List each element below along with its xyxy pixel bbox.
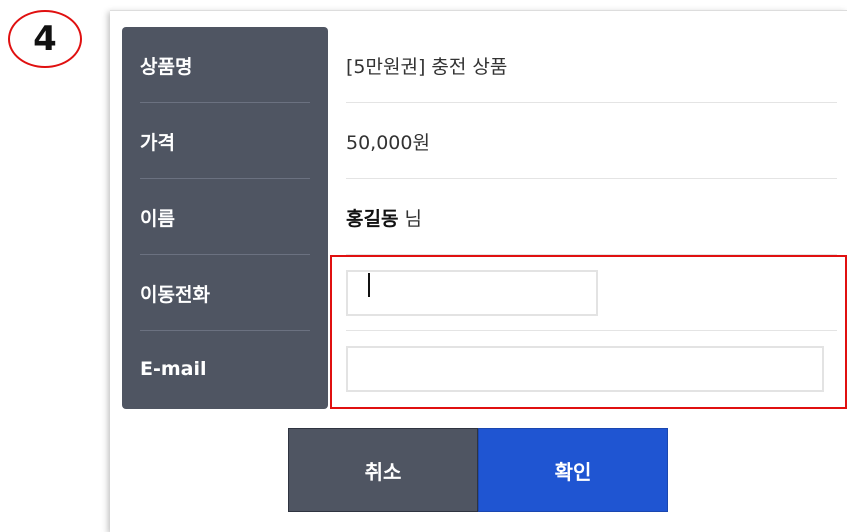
customer-name: 홍길동 (346, 207, 399, 230)
cancel-button[interactable]: 취소 (288, 428, 478, 512)
row-price: 가격 50,000원 (122, 103, 837, 179)
email-input[interactable] (346, 346, 824, 392)
name-label: 이름 (140, 207, 175, 230)
email-value (346, 331, 837, 407)
email-label: E-mail (140, 358, 207, 380)
row-email: E-mail (122, 331, 837, 407)
mobile-phone-input[interactable] (346, 270, 598, 316)
name-value: 홍길동 님 (346, 179, 837, 255)
row-name: 이름 홍길동 님 (122, 179, 837, 255)
price-value: 50,000원 (346, 131, 430, 154)
row-product-name: 상품명 [5만원권] 충전 상품 (122, 27, 837, 103)
confirm-button[interactable]: 확인 (478, 428, 668, 512)
step-number-badge: 4 (8, 10, 82, 68)
product-name-value: [5만원권] 충전 상품 (346, 55, 508, 78)
product-name-label: 상품명 (140, 55, 193, 78)
mobile-phone-label: 이동전화 (140, 283, 210, 306)
mobile-phone-value (346, 255, 837, 331)
honorific-suffix: 님 (404, 207, 422, 230)
row-mobile-phone: 이동전화 (122, 255, 837, 331)
price-label: 가격 (140, 131, 175, 154)
text-cursor (368, 273, 370, 297)
purchase-form-panel: 상품명 [5만원권] 충전 상품 가격 50,000원 이름 홍길동 님 이동전… (110, 10, 847, 532)
